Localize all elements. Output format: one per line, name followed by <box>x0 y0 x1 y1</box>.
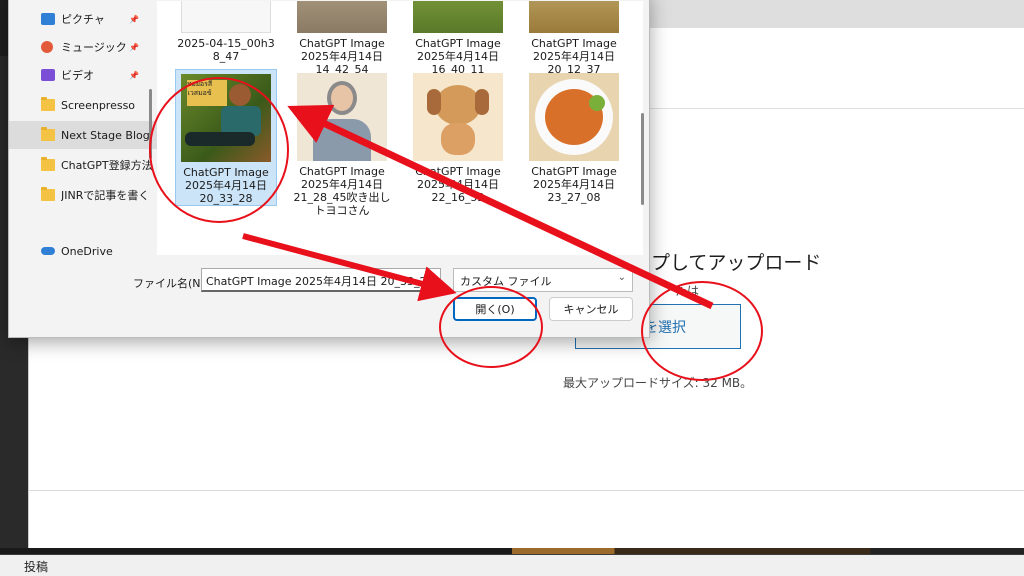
music-icon <box>41 41 53 53</box>
file-thumbnail <box>413 1 503 33</box>
file-item[interactable]: ChatGPT Image 2025年4月14日 23_27_08 <box>523 69 625 204</box>
nav-item[interactable]: ビデオ 📌 <box>9 61 157 89</box>
file-item[interactable]: ChatGPT Image 2025年4月14日 20_12_37 <box>523 1 625 76</box>
file-thumbnail <box>297 73 387 161</box>
filename-input[interactable]: ChatGPT Image 2025年4月14日 20_33_28 <box>201 268 441 292</box>
file-item[interactable]: 2025-04-15_00h3 8_47 <box>175 1 277 63</box>
file-item[interactable]: ChatGPT Image 2025年4月14日 14_42_54 <box>291 1 393 76</box>
chevron-down-icon: ⌄ <box>617 272 626 283</box>
nav-item-label: OneDrive <box>61 244 113 256</box>
file-item[interactable]: ChatGPT Image 2025年4月14日 22_16_52 <box>407 69 509 204</box>
cancel-button[interactable]: キャンセル <box>549 297 633 321</box>
posts-label: 投稿 <box>0 555 1024 576</box>
folder-icon <box>41 127 55 141</box>
nav-item-label: Screenpresso <box>61 98 136 112</box>
file-caption: 2025-04-15_00h3 8_47 <box>177 37 275 63</box>
file-thumbnail: ทอยอรสี เวสมอข้ <box>181 74 271 162</box>
file-caption: ChatGPT Image 2025年4月14日 20_33_28 <box>183 166 269 205</box>
file-thumbnail <box>297 1 387 33</box>
pin-icon: 📌 <box>129 70 139 80</box>
nav-item[interactable]: Screenpresso <box>9 91 157 119</box>
content-scrollbar[interactable] <box>641 113 644 205</box>
file-thumbnail <box>529 1 619 33</box>
nav-item-label: ChatGPT登録方法 <box>61 159 153 172</box>
nav-item-label: ビデオ <box>61 69 94 82</box>
file-open-dialog: ピクチャ 📌 ミュージック 📌 ビデオ 📌 Screenpresso Next Stage B… <box>8 0 650 338</box>
open-button[interactable]: 開く(O) <box>453 297 537 321</box>
file-caption: ChatGPT Image 2025年4月14日 22_16_52 <box>415 165 501 204</box>
pictures-icon <box>41 13 55 25</box>
bottom-image-strip <box>0 548 1024 554</box>
pin-icon: 📌 <box>129 42 139 52</box>
video-icon <box>41 69 55 81</box>
filetype-select[interactable]: カスタム ファイル ⌄ <box>453 268 633 292</box>
cloud-icon <box>41 247 55 255</box>
folder-icon <box>41 97 55 111</box>
nav-item[interactable]: OneDrive <box>9 237 157 255</box>
file-thumbnail <box>413 73 503 161</box>
nav-item[interactable]: ミュージック 📌 <box>9 33 157 61</box>
nav-item-label: Next Stage Blog <box>61 128 150 142</box>
panel-footer-divider <box>29 490 1024 491</box>
nav-item-label: ミュージック <box>61 41 127 54</box>
file-caption: ChatGPT Image 2025年4月14日 21_28_45吹き出し トヨ… <box>293 165 391 217</box>
drop-files-text: プしてアップロード <box>651 252 822 274</box>
folder-icon <box>41 187 55 201</box>
file-caption: ChatGPT Image 2025年4月14日 23_27_08 <box>531 165 617 204</box>
nav-item[interactable]: Next Stage Blog <box>9 121 157 149</box>
folder-icon <box>41 157 55 171</box>
filename-label: ファイル名(N): <box>133 277 209 290</box>
file-list-pane: 2025-04-15_00h3 8_47 ChatGPT Image 2025年4… <box>157 1 643 255</box>
nav-item[interactable]: ChatGPT登録方法 <box>9 151 157 179</box>
file-thumbnail <box>529 73 619 161</box>
pin-icon: 📌 <box>129 14 139 24</box>
file-thumbnail <box>181 1 271 33</box>
navigation-pane: ピクチャ 📌 ミュージック 📌 ビデオ 📌 Screenpresso Next Stage B… <box>9 1 157 255</box>
nav-scrollbar[interactable] <box>149 89 152 159</box>
nav-item[interactable]: ピクチャ 📌 <box>9 5 157 33</box>
nav-item-label: ピクチャ <box>61 13 105 26</box>
filetype-value: カスタム ファイル <box>460 275 552 288</box>
thumb-sign-text: ทอยอรสี เวสมอข้ <box>187 80 213 97</box>
dark-corner <box>0 0 8 56</box>
nav-item[interactable]: JINRで記事を書く <box>9 181 157 209</box>
nav-item-label: JINRで記事を書く <box>61 189 150 202</box>
max-upload-size: 最大アップロードサイズ: 32 MB。 <box>563 376 753 390</box>
file-item[interactable]: ทอยอรสี เวสมอข้ ChatGPT Image 2025年4月14日 … <box>175 69 277 206</box>
or-text: たは <box>675 284 700 298</box>
file-item[interactable]: ChatGPT Image 2025年4月14日 16_40_11 <box>407 1 509 76</box>
file-item[interactable]: ChatGPT Image 2025年4月14日 21_28_45吹き出し トヨ… <box>291 69 393 217</box>
